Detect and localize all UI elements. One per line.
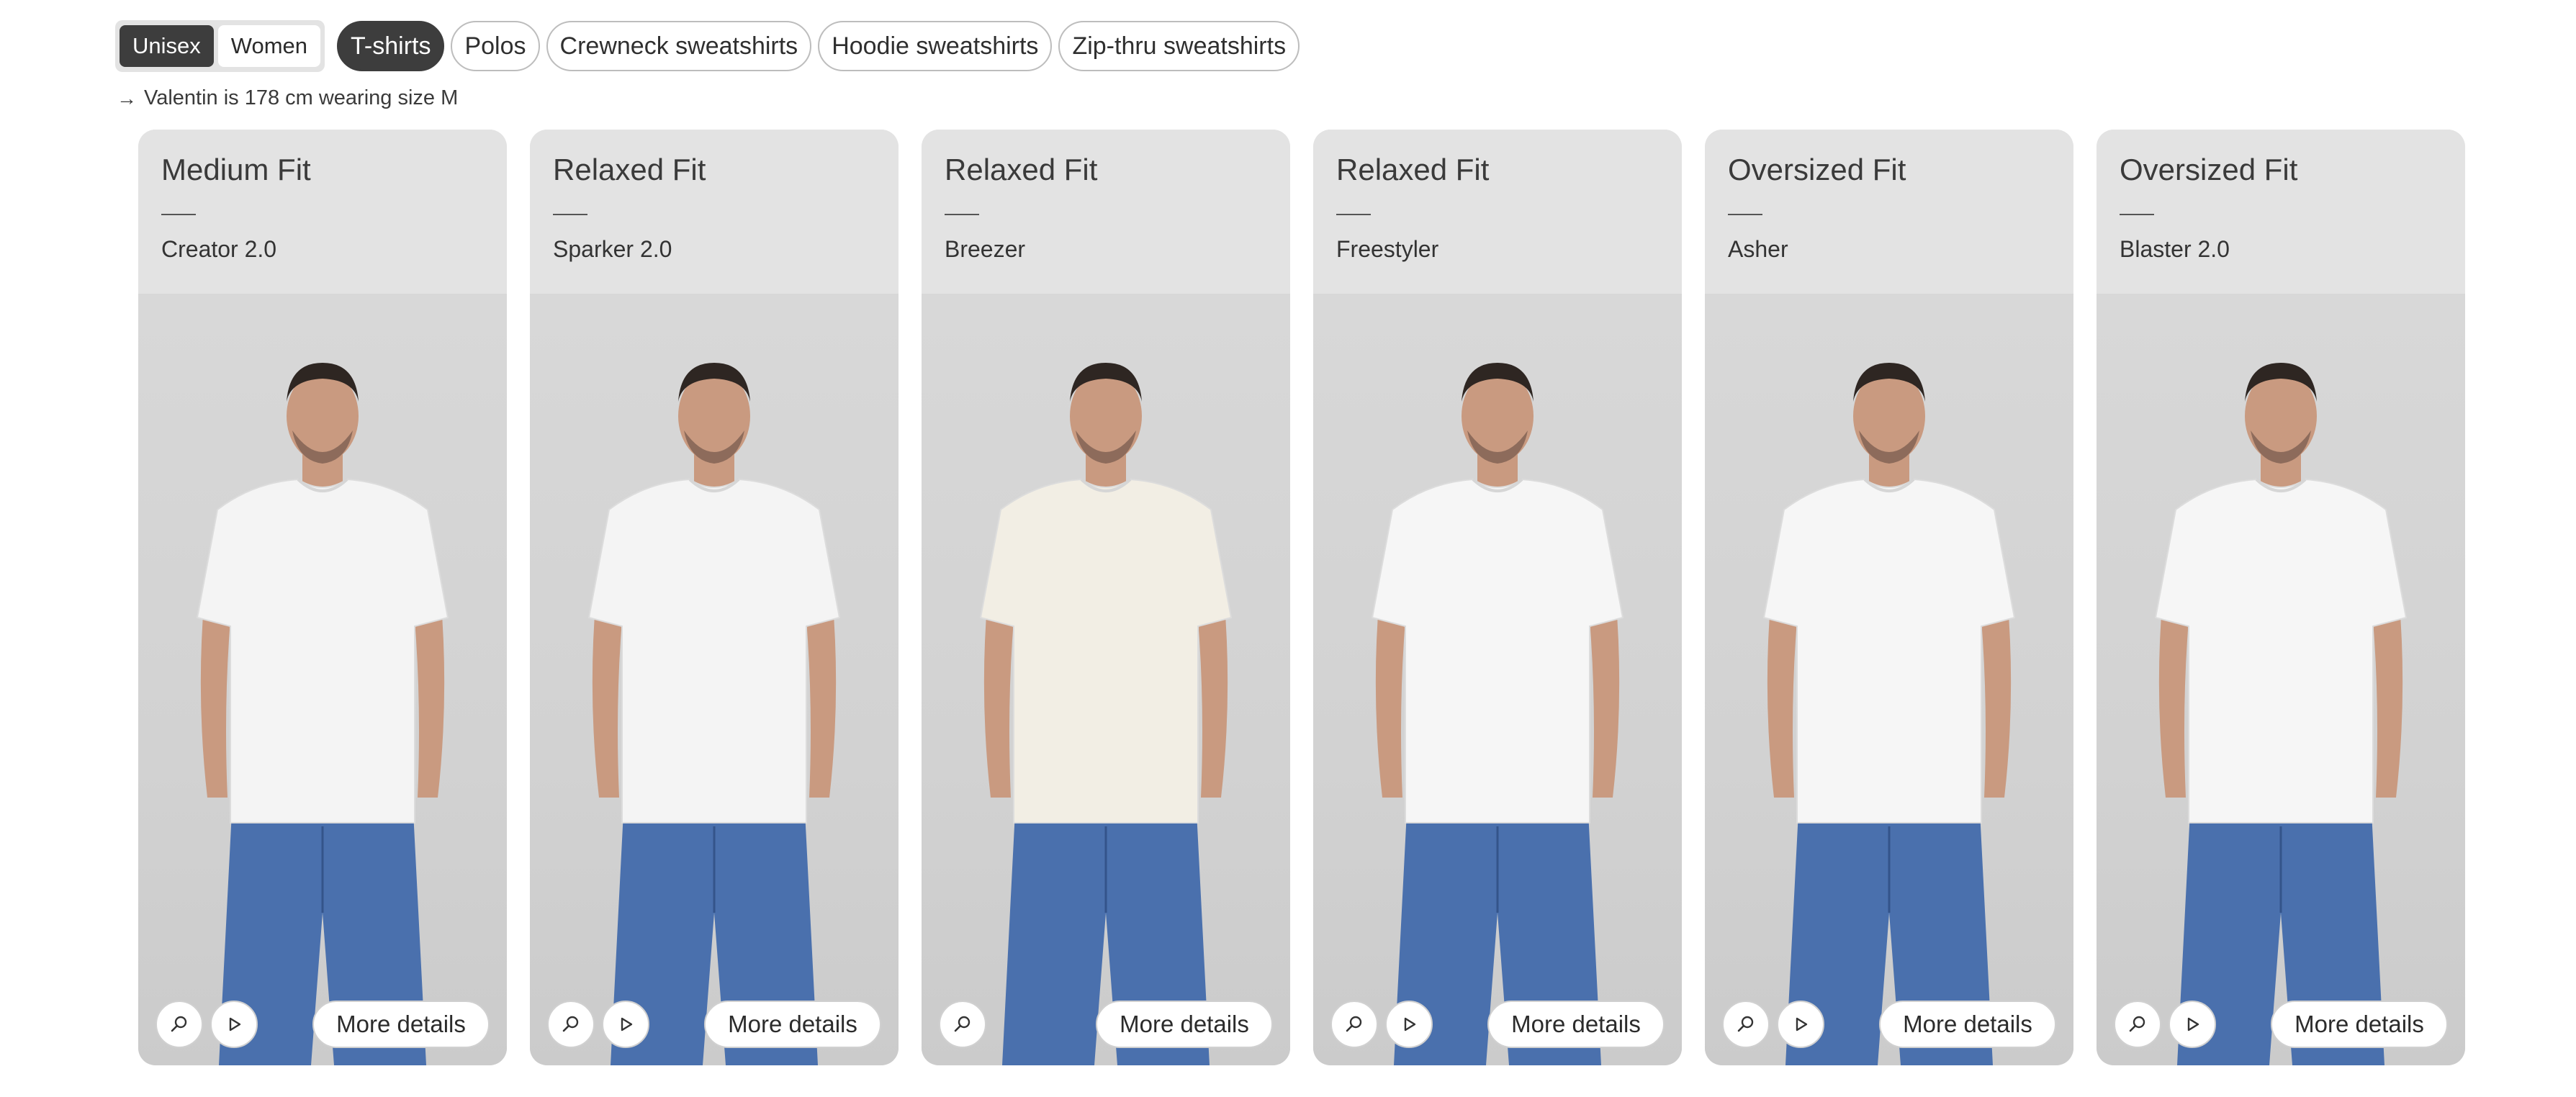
style-name: Breezer xyxy=(945,236,1026,262)
play-icon xyxy=(229,1017,241,1031)
card-actions: More details xyxy=(156,1001,490,1048)
model-photo xyxy=(1705,294,2073,1065)
filter-bar: Unisex Women T-shirts Polos Crewneck swe… xyxy=(115,20,1300,72)
category-tshirts[interactable]: T-shirts xyxy=(337,21,445,71)
fit-title: Medium Fit xyxy=(161,153,311,186)
divider xyxy=(945,214,979,215)
product-card[interactable]: Relaxed Fit Breezer More details xyxy=(922,130,1290,1065)
product-card[interactable]: Oversized Fit Blaster 2.0 More details xyxy=(2097,130,2465,1065)
style-name: Creator 2.0 xyxy=(161,236,277,262)
model-illustration xyxy=(2154,363,2408,1065)
style-name: Blaster 2.0 xyxy=(2120,236,2230,262)
more-details-button[interactable]: More details xyxy=(704,1001,881,1048)
card-actions: More details xyxy=(2114,1001,2448,1048)
divider xyxy=(2120,214,2154,215)
play-video-button[interactable] xyxy=(210,1001,258,1048)
model-photo xyxy=(922,294,1290,1065)
fit-title: Oversized Fit xyxy=(1728,153,1906,186)
zoom-icon xyxy=(2129,1016,2145,1032)
card-actions: More details xyxy=(1722,1001,2056,1048)
model-illustration xyxy=(979,363,1233,1065)
more-details-button[interactable]: More details xyxy=(2271,1001,2448,1048)
style-name: Asher xyxy=(1728,236,1788,262)
zoom-button[interactable] xyxy=(1722,1001,1770,1048)
zoom-button[interactable] xyxy=(2114,1001,2161,1048)
zoom-icon xyxy=(562,1016,579,1032)
arrow-right-icon: → xyxy=(117,86,137,109)
play-icon xyxy=(2187,1017,2199,1031)
card-header: Medium Fit Creator 2.0 xyxy=(138,130,507,294)
play-icon xyxy=(1796,1017,1808,1031)
model-size-text: Valentin is 178 cm wearing size M xyxy=(144,86,459,109)
play-video-button[interactable] xyxy=(1777,1001,1824,1048)
model-illustration xyxy=(1371,363,1624,1065)
play-icon xyxy=(621,1017,633,1031)
model-illustration xyxy=(1762,363,2016,1065)
divider xyxy=(161,214,196,215)
card-header: Oversized Fit Blaster 2.0 xyxy=(2097,130,2465,294)
zoom-button[interactable] xyxy=(1330,1001,1378,1048)
zoom-icon xyxy=(171,1016,187,1032)
product-card[interactable]: Medium Fit Creator 2.0 More details xyxy=(138,130,507,1065)
style-name: Freestyler xyxy=(1336,236,1439,262)
fit-title: Relaxed Fit xyxy=(553,153,706,186)
zoom-button[interactable] xyxy=(547,1001,595,1048)
divider xyxy=(553,214,587,215)
gender-option-unisex[interactable]: Unisex xyxy=(120,25,214,67)
card-header: Relaxed Fit Sparker 2.0 xyxy=(530,130,899,294)
play-icon xyxy=(1404,1017,1416,1031)
model-illustration xyxy=(196,363,449,1065)
style-name: Sparker 2.0 xyxy=(553,236,672,262)
card-actions: More details xyxy=(939,1001,1273,1048)
zoom-icon xyxy=(954,1016,970,1032)
gender-toggle: Unisex Women xyxy=(115,20,325,72)
play-video-button[interactable] xyxy=(602,1001,649,1048)
zoom-icon xyxy=(1346,1016,1362,1032)
category-polos[interactable]: Polos xyxy=(451,21,540,71)
fit-title: Relaxed Fit xyxy=(945,153,1098,186)
divider xyxy=(1336,214,1371,215)
model-illustration xyxy=(587,363,841,1065)
more-details-button[interactable]: More details xyxy=(1487,1001,1665,1048)
more-details-button[interactable]: More details xyxy=(1096,1001,1273,1048)
zoom-button[interactable] xyxy=(156,1001,203,1048)
model-photo xyxy=(138,294,507,1065)
card-actions: More details xyxy=(1330,1001,1665,1048)
fit-title: Relaxed Fit xyxy=(1336,153,1490,186)
product-cards: Medium Fit Creator 2.0 More details Rela… xyxy=(138,130,2465,1065)
divider xyxy=(1728,214,1762,215)
play-video-button[interactable] xyxy=(1385,1001,1433,1048)
category-crewneck-sweatshirts[interactable]: Crewneck sweatshirts xyxy=(546,21,812,71)
model-photo xyxy=(2097,294,2465,1065)
product-card[interactable]: Relaxed Fit Freestyler More details xyxy=(1313,130,1682,1065)
zoom-button[interactable] xyxy=(939,1001,986,1048)
card-header: Relaxed Fit Freestyler xyxy=(1313,130,1682,294)
product-card[interactable]: Oversized Fit Asher More details xyxy=(1705,130,2073,1065)
model-photo xyxy=(1313,294,1682,1065)
product-card[interactable]: Relaxed Fit Sparker 2.0 More details xyxy=(530,130,899,1065)
model-size-note: → Valentin is 178 cm wearing size M xyxy=(117,86,458,110)
category-hoodie-sweatshirts[interactable]: Hoodie sweatshirts xyxy=(818,21,1053,71)
gender-option-women[interactable]: Women xyxy=(217,25,321,67)
card-header: Oversized Fit Asher xyxy=(1705,130,2073,294)
play-video-button[interactable] xyxy=(2169,1001,2216,1048)
card-actions: More details xyxy=(547,1001,881,1048)
more-details-button[interactable]: More details xyxy=(312,1001,490,1048)
category-zip-thru-sweatshirts[interactable]: Zip-thru sweatshirts xyxy=(1058,21,1300,71)
more-details-button[interactable]: More details xyxy=(1879,1001,2056,1048)
zoom-icon xyxy=(1737,1016,1754,1032)
fit-title: Oversized Fit xyxy=(2120,153,2298,186)
fit-guide-page: Unisex Women T-shirts Polos Crewneck swe… xyxy=(0,0,2576,1097)
model-photo xyxy=(530,294,899,1065)
card-header: Relaxed Fit Breezer xyxy=(922,130,1290,294)
